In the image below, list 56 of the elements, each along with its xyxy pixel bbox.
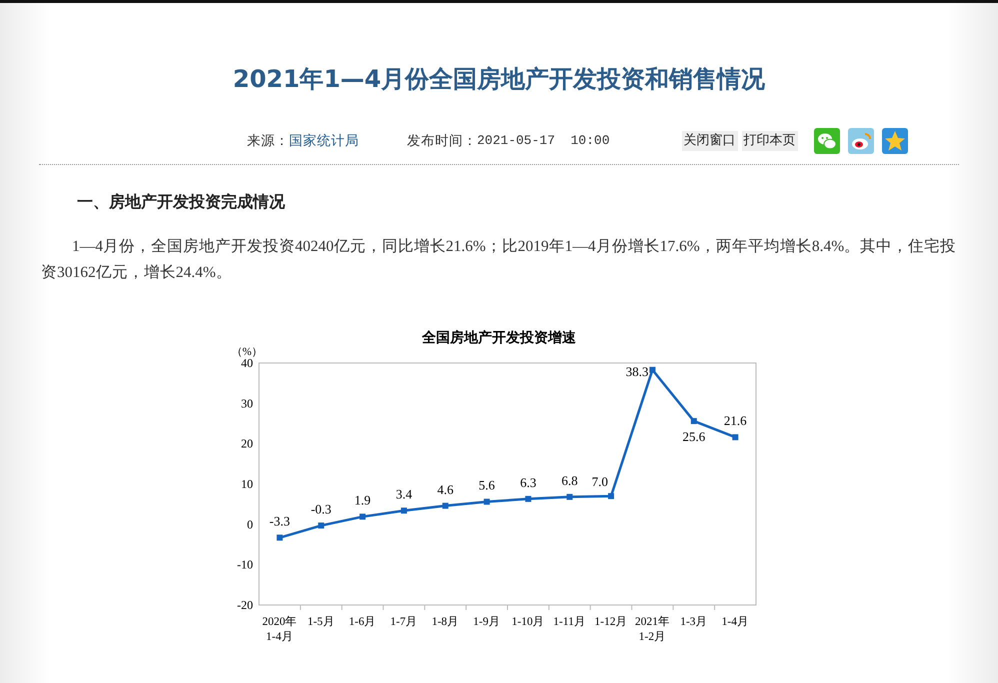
x-tick-label: 1-5月 (307, 616, 335, 628)
data-label: 4.6 (437, 482, 454, 497)
data-point (442, 502, 448, 509)
x-tick-label: 2021年 1-2月 (634, 616, 670, 643)
data-label: 38.3 (626, 364, 648, 379)
publish-time: 2021-05-17 10:00 (477, 132, 610, 150)
data-point (690, 418, 697, 424)
source-link[interactable]: 国家统计局 (289, 130, 359, 151)
data-label: 1.9 (354, 492, 371, 508)
data-label: -3.3 (269, 514, 290, 529)
weibo-icon[interactable] (848, 128, 874, 154)
y-tick-label: 10 (241, 476, 253, 491)
data-label: 6.3 (520, 474, 536, 490)
x-tick-label: 1-12月 (594, 616, 628, 628)
wechat-icon[interactable] (814, 128, 840, 154)
x-tick-label: 1-10月 (512, 616, 545, 628)
x-tick-label: 1-4月 (722, 616, 749, 628)
y-tick-label: 20 (241, 436, 253, 451)
data-point (732, 434, 738, 440)
data-point (484, 498, 490, 505)
page-title: 2021年1—4月份全国房地产开发投资和销售情况 (232, 65, 766, 94)
x-tick-label: 1-11月 (553, 616, 586, 628)
data-point (608, 493, 614, 500)
data-point (649, 366, 656, 373)
chart-title: 全国房地产开发投资增速 (422, 330, 576, 346)
data-label: 3.4 (396, 486, 412, 502)
data-label: -0.3 (310, 502, 332, 517)
y-tick-label: 0 (247, 517, 253, 532)
data-point (525, 496, 532, 502)
data-label: 25.6 (682, 429, 706, 444)
data-label: 6.8 (562, 472, 578, 488)
y-tick-label: 30 (241, 396, 253, 410)
y-tick-label: -10 (237, 558, 253, 572)
data-point (318, 522, 324, 529)
body-paragraph: 1—4月份，全国房地产开发投资40240亿元，同比增长21.6%；比2019年1—4月份增长17.6%，两年平均增长8.4%。其中，住宅投资30162亿元，增长24.4%。 (41, 236, 958, 283)
data-point (360, 514, 366, 520)
time-label: 发布时间： (407, 132, 477, 151)
source-label: 来源： (247, 132, 289, 151)
data-point (400, 508, 407, 514)
x-tick-label: 2020年 1-4月 (262, 616, 298, 643)
x-tick-label: 1-9月 (473, 616, 500, 628)
x-tick-label: 1-3月 (680, 616, 708, 628)
data-point (276, 534, 283, 541)
axis-unit-label: （%） (231, 346, 263, 358)
data-point (566, 494, 573, 500)
x-tick-label: 1-7月 (390, 616, 418, 628)
data-label: 21.6 (724, 413, 747, 428)
x-tick-label: 1-6月 (348, 616, 376, 628)
data-label: 5.6 (478, 478, 495, 493)
y-tick-label: 40 (241, 356, 253, 370)
data-label: 7.0 (592, 474, 608, 490)
section-heading: 一、房地产开发投资完成情况 (77, 192, 286, 212)
print-link[interactable]: 打印本页 (742, 131, 798, 151)
y-tick-label: -20 (237, 598, 253, 612)
x-tick-label: 1-8月 (432, 616, 460, 628)
close-window-link[interactable]: 关闭窗口 (682, 131, 738, 151)
